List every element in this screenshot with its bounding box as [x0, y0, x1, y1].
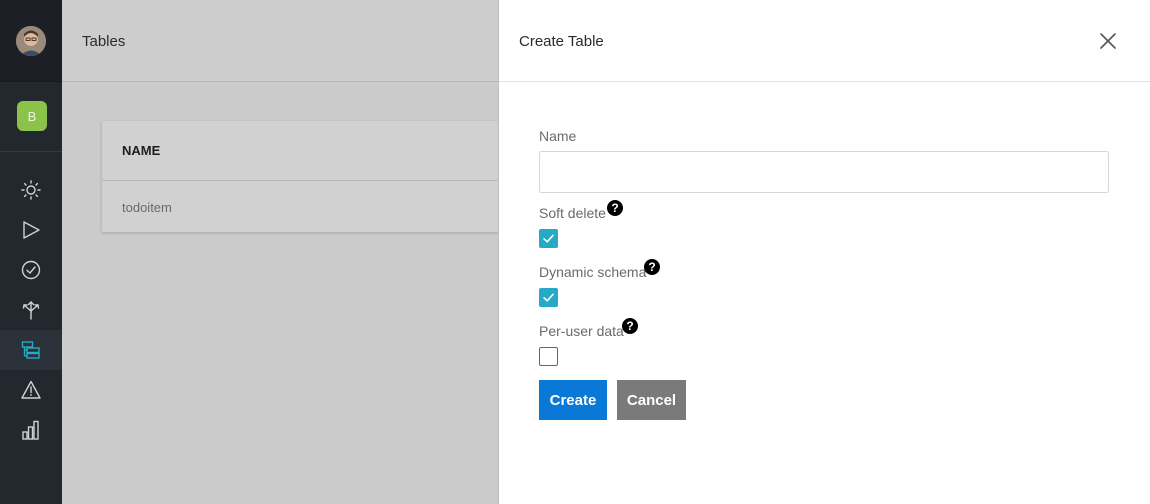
split-arrows-icon	[22, 301, 40, 320]
per-user-data-checkbox[interactable]	[539, 347, 558, 366]
page-title: Tables	[82, 33, 126, 50]
table-cell-name[interactable]: todoitem	[122, 200, 172, 215]
sun-icon	[21, 180, 41, 200]
close-icon	[1100, 33, 1116, 49]
tables-icon	[21, 341, 40, 359]
panel-title: Create Table	[519, 33, 604, 50]
main-content: Tables NAME todoitem	[62, 0, 498, 504]
name-input[interactable]	[539, 151, 1109, 193]
sidebar-item-overview[interactable]	[0, 170, 62, 210]
cancel-button[interactable]: Cancel	[617, 380, 686, 420]
sidebar: B	[0, 0, 62, 504]
panel-header: Create Table	[499, 0, 1150, 82]
column-header-name[interactable]: NAME	[122, 143, 160, 158]
play-icon	[23, 221, 40, 239]
sidebar-item-api[interactable]	[0, 290, 62, 330]
table-header: NAME	[102, 121, 498, 181]
close-button[interactable]	[1097, 30, 1119, 52]
table-row[interactable]: todoitem	[102, 182, 498, 232]
sidebar-item-run[interactable]	[0, 210, 62, 250]
sidebar-item-tables[interactable]	[0, 330, 62, 370]
dynamic-schema-checkbox[interactable]	[539, 288, 558, 307]
tables-list: NAME todoitem	[102, 121, 498, 232]
dynamic-schema-label: Dynamic schema	[539, 264, 647, 280]
sidebar-divider	[0, 151, 62, 152]
avatar[interactable]	[16, 26, 46, 56]
soft-delete-label: Soft delete	[539, 205, 606, 221]
main-header: Tables	[62, 0, 498, 82]
avatar-image	[16, 26, 46, 56]
create-button[interactable]: Create	[539, 380, 607, 420]
name-label: Name	[539, 128, 577, 144]
bar-chart-icon	[22, 420, 39, 440]
per-user-data-help-icon[interactable]: ?	[622, 318, 638, 334]
dynamic-schema-help-icon[interactable]: ?	[644, 259, 660, 275]
checkmark-icon	[543, 293, 554, 302]
sidebar-item-analytics[interactable]	[0, 410, 62, 450]
soft-delete-checkbox[interactable]	[539, 229, 558, 248]
sidebar-item-issues[interactable]	[0, 370, 62, 410]
app-badge[interactable]: B	[17, 101, 47, 131]
sidebar-item-checks[interactable]	[0, 250, 62, 290]
soft-delete-help-icon[interactable]: ?	[607, 200, 623, 216]
create-table-panel: Create Table Name Soft delete ? Dynamic …	[498, 0, 1150, 504]
warning-icon	[21, 380, 41, 399]
avatar-container	[0, 0, 62, 82]
per-user-data-label: Per-user data	[539, 323, 624, 339]
checkmark-icon	[543, 234, 554, 243]
check-circle-icon	[21, 260, 41, 280]
